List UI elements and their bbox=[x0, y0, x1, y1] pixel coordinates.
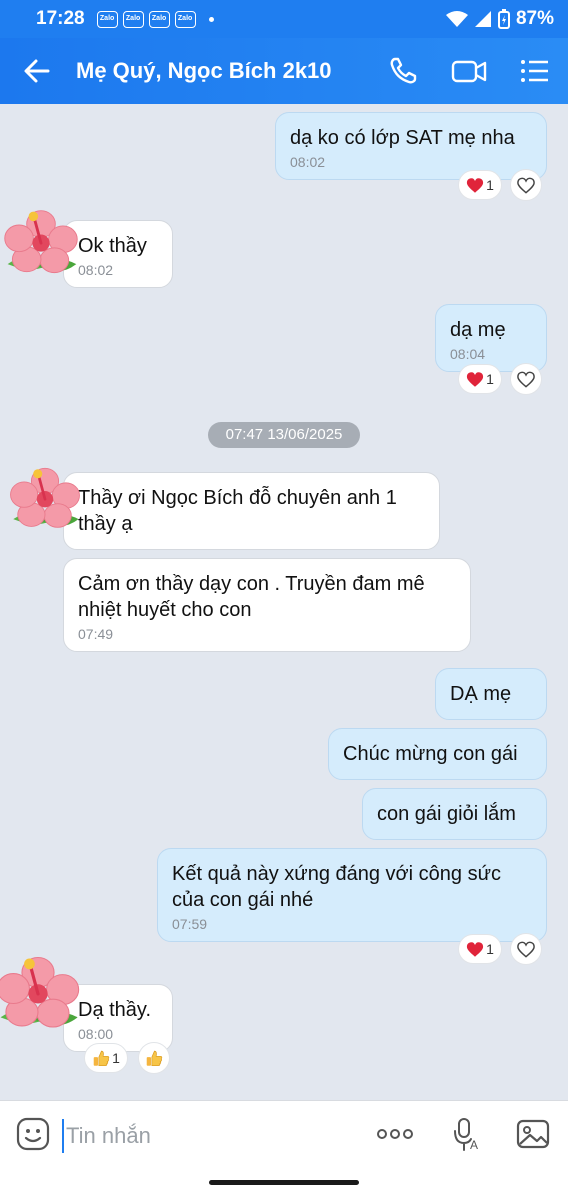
video-call-icon[interactable] bbox=[450, 54, 488, 88]
message-bubble-outgoing[interactable]: Chúc mừng con gái bbox=[328, 728, 547, 780]
message-bubble-outgoing[interactable]: Kết quả này xứng đáng với công sức của c… bbox=[157, 848, 547, 942]
reaction-chip[interactable]: 1 bbox=[458, 364, 502, 394]
image-icon[interactable] bbox=[516, 1117, 550, 1151]
message-text: dạ ko có lớp SAT mẹ nha bbox=[290, 127, 515, 149]
message-text: dạ mẹ bbox=[450, 319, 506, 341]
message-bubble-outgoing[interactable]: DẠ mẹ bbox=[435, 668, 547, 720]
message-bubble-incoming[interactable]: Cảm ơn thầy dạy con . Truyền đam mê nhiệ… bbox=[63, 558, 471, 652]
status-time: 17:28 bbox=[36, 8, 85, 29]
zalo-notification-icon: Zalo bbox=[122, 10, 144, 28]
status-bar: 17:28 Zalo Zalo Zalo Zalo 87% bbox=[0, 0, 568, 38]
reaction-count: 1 bbox=[486, 941, 494, 957]
contact-avatar[interactable] bbox=[6, 462, 84, 540]
heart-reaction-icon bbox=[466, 941, 484, 957]
heart-outline-icon bbox=[517, 371, 535, 387]
message-bubble-outgoing[interactable]: con gái giỏi lắm bbox=[362, 788, 547, 840]
message-text: Ok thầy bbox=[78, 235, 147, 257]
back-arrow-icon[interactable] bbox=[20, 54, 54, 88]
reaction-count: 1 bbox=[486, 371, 494, 387]
message-text: Chúc mừng con gái bbox=[343, 743, 518, 765]
message-input-bar: Tin nhắn A bbox=[0, 1100, 568, 1200]
reaction-chip[interactable]: 1 bbox=[84, 1043, 128, 1073]
message-text: DẠ mẹ bbox=[450, 683, 512, 705]
zalo-notification-icon: Zalo bbox=[174, 10, 196, 28]
message-text: Thầy ơi Ngọc Bích đỗ chuyên anh 1 thầy ạ bbox=[78, 487, 397, 535]
heart-reaction-icon bbox=[466, 371, 484, 387]
reaction-count: 1 bbox=[112, 1050, 120, 1066]
svg-text:A: A bbox=[470, 1138, 478, 1152]
zalo-notification-icon: Zalo bbox=[148, 10, 170, 28]
chat-header: Mẹ Quý, Ngọc Bích 2k10 bbox=[0, 38, 568, 104]
message-time: 08:02 bbox=[290, 154, 326, 170]
contact-avatar[interactable] bbox=[0, 204, 82, 286]
heart-reaction-icon bbox=[466, 177, 484, 193]
message-input[interactable]: Tin nhắn bbox=[62, 1119, 352, 1153]
heart-outline-icon bbox=[517, 941, 535, 957]
message-bubble-incoming[interactable]: Thầy ơi Ngọc Bích đỗ chuyên anh 1 thầy ạ bbox=[63, 472, 440, 550]
message-time: 08:04 bbox=[450, 346, 486, 362]
message-time: 07:59 bbox=[172, 916, 208, 932]
add-reaction-button[interactable] bbox=[138, 1042, 170, 1074]
emoji-sticker-icon[interactable] bbox=[16, 1117, 50, 1151]
heart-outline-icon bbox=[517, 177, 535, 193]
thumbs-up-icon bbox=[146, 1050, 163, 1067]
battery-icon bbox=[497, 9, 510, 29]
message-bubble-outgoing[interactable]: dạ ko có lớp SAT mẹ nha 08:02 bbox=[275, 112, 547, 180]
message-time: 08:02 bbox=[78, 262, 114, 278]
more-options-icon[interactable] bbox=[376, 1125, 414, 1143]
contact-avatar[interactable] bbox=[0, 950, 84, 1042]
message-time: 08:00 bbox=[78, 1026, 114, 1042]
message-time: 07:49 bbox=[78, 626, 114, 642]
reaction-count: 1 bbox=[486, 177, 494, 193]
phone-icon[interactable] bbox=[386, 54, 420, 88]
add-reaction-button[interactable] bbox=[510, 363, 542, 395]
date-separator: 07:47 13/06/2025 bbox=[208, 422, 360, 448]
voice-to-text-icon[interactable]: A bbox=[450, 1117, 482, 1153]
add-reaction-button[interactable] bbox=[510, 169, 542, 201]
message-text: Kết quả này xứng đáng với công sức của c… bbox=[172, 863, 501, 911]
message-text: Cảm ơn thầy dạy con . Truyền đam mê nhiệ… bbox=[78, 573, 425, 621]
reaction-chip[interactable]: 1 bbox=[458, 170, 502, 200]
add-reaction-button[interactable] bbox=[510, 933, 542, 965]
notification-dot bbox=[208, 16, 214, 22]
chat-title[interactable]: Mẹ Quý, Ngọc Bích 2k10 bbox=[76, 58, 332, 84]
message-text: Dạ thầy. bbox=[78, 999, 151, 1021]
zalo-notification-icon: Zalo bbox=[96, 10, 118, 28]
battery-percent: 87% bbox=[515, 8, 554, 29]
home-indicator[interactable] bbox=[209, 1180, 359, 1185]
wifi-icon bbox=[445, 11, 468, 27]
menu-icon[interactable] bbox=[518, 54, 552, 88]
thumbs-up-reaction-icon bbox=[93, 1050, 110, 1067]
message-bubble-outgoing[interactable]: dạ mẹ 08:04 bbox=[435, 304, 547, 372]
message-text: con gái giỏi lắm bbox=[377, 803, 516, 825]
reaction-chip[interactable]: 1 bbox=[458, 934, 502, 964]
signal-icon bbox=[474, 11, 491, 27]
